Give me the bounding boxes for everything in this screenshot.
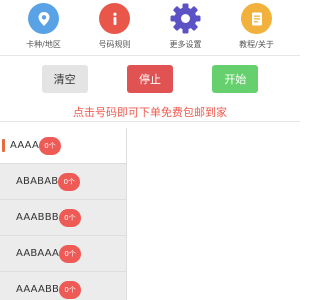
order-notice: 点击号码即可下单免费包邮到家 <box>0 102 300 122</box>
stop-button[interactable]: 停止 <box>126 65 173 93</box>
start-button[interactable]: 开始 <box>212 65 259 93</box>
nav-item-more-settings[interactable]: 更多设置 <box>153 3 219 50</box>
nav-item-card-region[interactable]: 卡种/地区 <box>11 3 77 50</box>
pattern-name: AAAA <box>10 140 39 151</box>
control-bar: 清空 停止 开始 <box>0 62 300 96</box>
count-badge: 0个 <box>39 136 61 155</box>
pattern-list: AAAA 0个 ABABAB 0个 AAABBB 0个 AABAAA 0个 AA… <box>0 128 127 300</box>
pattern-name: AAABBB <box>16 212 59 223</box>
active-indicator <box>2 139 5 152</box>
gear-icon <box>170 3 201 34</box>
pattern-name: AAAABB <box>16 284 60 295</box>
location-pin-icon <box>28 3 59 34</box>
nav-label: 卡种/地区 <box>26 40 61 49</box>
count-badge: 0个 <box>59 244 82 263</box>
pattern-item-ababab[interactable]: ABABAB 0个 <box>0 164 126 200</box>
pattern-item-aaabbb[interactable]: AAABBB 0个 <box>0 200 126 236</box>
pattern-item-aabaaa[interactable]: AABAAA 0个 <box>0 236 126 272</box>
clear-button[interactable]: 清空 <box>41 65 88 93</box>
number-results-pane <box>128 128 300 300</box>
pattern-name: AABAAA <box>16 248 60 259</box>
nav-item-number-rules[interactable]: 号码规则 <box>82 3 148 50</box>
nav-label: 号码规则 <box>98 40 131 49</box>
nav-label: 更多设置 <box>169 40 202 49</box>
top-nav: 卡种/地区 号码规则 更多设置 教程/关于 <box>0 0 300 56</box>
info-icon <box>99 3 130 34</box>
pattern-item-aaaa[interactable]: AAAA 0个 <box>0 128 126 164</box>
nav-label: 教程/关于 <box>239 40 274 49</box>
document-icon <box>241 3 272 34</box>
count-badge: 0个 <box>58 208 81 227</box>
count-badge: 0个 <box>58 172 81 191</box>
count-badge: 0个 <box>59 280 82 299</box>
nav-item-tutorial-about[interactable]: 教程/关于 <box>224 3 290 50</box>
pattern-name: ABABAB <box>16 176 59 187</box>
pattern-item-aaaabb[interactable]: AAAABB 0个 <box>0 272 126 300</box>
